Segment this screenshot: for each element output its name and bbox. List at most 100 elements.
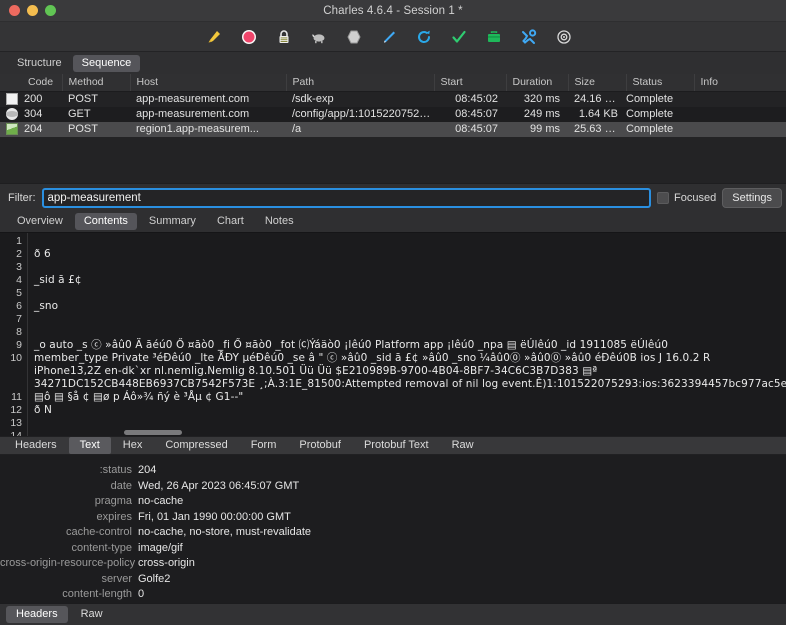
dump-line: ð 6	[34, 248, 51, 260]
dns-target-icon[interactable]	[546, 24, 581, 50]
line-number: 11	[11, 391, 22, 403]
table-row[interactable]: 204 POST region1.app-measurem... /a 08:4…	[0, 122, 786, 137]
cell-size: 1.64 KB	[578, 108, 618, 120]
header-value: cross-origin	[138, 557, 195, 569]
record-icon[interactable]	[231, 24, 266, 50]
format-tab-raw[interactable]: Raw	[441, 437, 485, 454]
wrench-icon[interactable]	[511, 24, 546, 50]
table-row[interactable]: 200 POST app-measurement.com /sdk-exp 08…	[0, 91, 786, 107]
binary-dump-text[interactable]: ð 6 _sid ā £¢ _sno _o auto _s ⓒ »âû0 Ä ā…	[28, 233, 786, 436]
response-headers-pane[interactable]: :status 204 date Wed, 26 Apr 2023 06:45:…	[0, 455, 786, 603]
breakpoints-icon[interactable]	[336, 24, 371, 50]
format-tab-protobuf-text[interactable]: Protobuf Text	[353, 437, 440, 454]
cell-duration: 249 ms	[523, 108, 560, 120]
column-header-status[interactable]: Status	[626, 74, 695, 92]
table-row[interactable]: 304 GET app-measurement.com /config/app/…	[0, 107, 786, 122]
horizontal-scrollbar[interactable]	[28, 429, 786, 436]
header-row: :status 204	[0, 464, 786, 480]
header-row: expires Fri, 01 Jan 1990 00:00:00 GMT	[0, 511, 786, 527]
header-value: Wed, 26 Apr 2023 06:45:07 GMT	[138, 479, 300, 492]
format-tab-text[interactable]: Text	[68, 437, 111, 454]
body-content-pane[interactable]: 1 2 3 4 5 6 7 8 9 10 11 12 13 14 ð 6 _si…	[0, 232, 786, 436]
format-tab-hex[interactable]: Hex	[112, 437, 154, 454]
requests-table-wrapper[interactable]: Code Method Host Path Start Duration Siz…	[0, 74, 786, 183]
dump-line: _sid ā £¢	[34, 274, 82, 286]
header-row: cross-origin-resource-policy cross-origi…	[0, 557, 786, 573]
header-key: pragma	[94, 495, 132, 507]
dump-line	[34, 261, 786, 274]
tab-structure[interactable]: Structure	[8, 55, 71, 72]
column-header-start[interactable]: Start	[434, 74, 507, 92]
settings-button[interactable]: Settings	[722, 187, 782, 208]
header-value: 0	[138, 588, 145, 600]
line-number: 1	[16, 235, 22, 247]
dump-line: 34271DC152CB448EB6937CB7542F573E ¸;À.3:1…	[34, 378, 786, 390]
dump-line: member_type Private ³éÐêú0 _lte ÅÐY µéÐê…	[34, 352, 711, 364]
format-tab-protobuf[interactable]: Protobuf	[288, 437, 352, 454]
line-number: 9	[16, 339, 22, 351]
image-icon	[6, 123, 18, 135]
focused-checkbox[interactable]	[657, 191, 670, 204]
cell-method: GET	[68, 108, 91, 120]
column-header-info[interactable]: Info	[694, 74, 786, 92]
line-number: 2	[16, 248, 22, 260]
cell-status: Complete	[626, 123, 674, 135]
column-header-size[interactable]: Size	[568, 74, 627, 92]
tab-overview[interactable]: Overview	[8, 213, 72, 230]
view-mode-tabs: Structure Sequence	[0, 52, 786, 74]
header-row: server Golfe2	[0, 573, 786, 589]
line-number: 3	[16, 261, 22, 273]
dump-line	[34, 326, 786, 339]
repeat-icon[interactable]	[406, 24, 441, 50]
dump-line: _o auto _s ⓒ »âû0 Ä āéú0 Ő ¤āò0 _fi Ő ¤ā…	[34, 339, 668, 351]
focused-label: Focused	[674, 191, 717, 204]
format-tab-compressed[interactable]: Compressed	[154, 437, 238, 454]
line-number: 13	[10, 417, 22, 429]
requests-table: Code Method Host Path Start Duration Siz…	[0, 74, 786, 137]
header-key: :status	[99, 464, 132, 476]
document-icon	[6, 93, 18, 105]
format-tab-headers[interactable]: Headers	[4, 437, 68, 454]
bottom-tab-raw[interactable]: Raw	[71, 606, 113, 623]
tab-chart[interactable]: Chart	[208, 213, 253, 230]
tab-summary[interactable]: Summary	[140, 213, 205, 230]
code-value: 304	[24, 108, 43, 120]
header-key: server	[101, 572, 132, 585]
line-number: 7	[16, 313, 22, 325]
tab-notes[interactable]: Notes	[256, 213, 303, 230]
toolbox-icon[interactable]	[476, 24, 511, 50]
filter-bar: Filter: Focused Settings	[0, 183, 786, 211]
lock-icon[interactable]	[266, 24, 301, 50]
scrollbar-thumb[interactable]	[124, 430, 182, 435]
cell-code: 304	[0, 107, 62, 122]
clear-icon[interactable]	[196, 24, 231, 50]
column-header-path[interactable]: Path	[286, 74, 435, 92]
tab-sequence[interactable]: Sequence	[72, 54, 141, 72]
header-value: no-cache, no-store, must-revalidate	[138, 526, 312, 538]
header-key: cache-control	[65, 526, 132, 538]
validate-check-icon[interactable]	[441, 24, 476, 50]
cell-host: app-measurement.com	[136, 93, 250, 105]
focused-checkbox-group[interactable]: Focused	[657, 191, 717, 204]
column-header-method[interactable]: Method	[62, 74, 131, 92]
filter-input[interactable]	[41, 187, 652, 208]
bottom-tab-headers[interactable]: Headers	[6, 606, 68, 623]
charles-window: Charles 4.6.4 - Session 1 * Structure Se…	[0, 0, 786, 625]
line-number: 10	[10, 352, 22, 364]
turtle-icon[interactable]	[301, 24, 336, 50]
cell-start: 08:45:07	[455, 123, 498, 135]
title-bar: Charles 4.6.4 - Session 1 *	[0, 0, 786, 22]
compose-pen-icon[interactable]	[371, 24, 406, 50]
header-row: date Wed, 26 Apr 2023 06:45:07 GMT	[0, 480, 786, 496]
line-number: 5	[16, 287, 22, 299]
table-header-row: Code Method Host Path Start Duration Siz…	[0, 74, 786, 92]
column-header-host[interactable]: Host	[130, 74, 287, 92]
column-header-code[interactable]: Code	[0, 74, 63, 92]
tab-contents[interactable]: Contents	[74, 213, 137, 230]
cell-path: /config/app/1:101522075293:ios:362339445…	[292, 108, 434, 120]
code-value: 200	[24, 93, 43, 105]
cell-path: /a	[292, 123, 302, 135]
cell-path: /sdk-exp	[292, 93, 334, 105]
format-tab-form[interactable]: Form	[240, 437, 288, 454]
column-header-duration[interactable]: Duration	[506, 74, 569, 92]
